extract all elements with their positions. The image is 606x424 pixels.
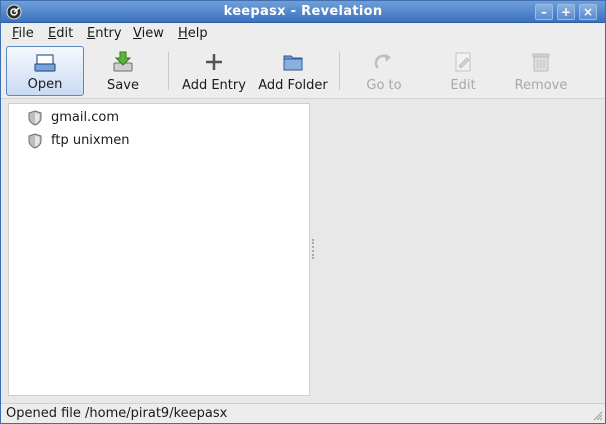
app-window: keepasx - Revelation – + × File Edit Ent… <box>0 0 606 424</box>
toolbar-separator <box>339 52 340 90</box>
minimize-icon: – <box>541 5 547 19</box>
entry-tree[interactable]: gmail.com ftp unixmen <box>8 103 310 396</box>
trash-icon <box>532 53 550 72</box>
open-label: Open <box>27 77 63 92</box>
main-pane: gmail.com ftp unixmen <box>1 99 605 403</box>
minimize-button[interactable]: – <box>535 4 553 20</box>
goto-button[interactable]: Go to <box>351 46 417 96</box>
menu-help-label: elp <box>187 26 208 41</box>
close-icon: × <box>582 5 594 19</box>
menu-help-mnemonic: H <box>178 26 188 41</box>
maximize-button[interactable]: + <box>557 4 575 20</box>
menu-view-label: iew <box>141 26 164 41</box>
toolbar: Open Save Add Entry Add Folder Go to Edi… <box>1 44 605 99</box>
menu-entry-label: ntry <box>95 26 122 41</box>
save-icon <box>113 51 133 72</box>
entry-label: ftp unixmen <box>51 133 130 148</box>
menu-file-label: ile <box>18 26 34 41</box>
maximize-icon: + <box>560 5 572 19</box>
pane-resize-handle[interactable] <box>312 239 314 259</box>
add-entry-label: Add Entry <box>182 78 246 93</box>
status-bar: Opened file /home/pirat9/keepasx <box>1 403 605 423</box>
resize-grip-icon[interactable] <box>591 409 603 421</box>
redo-arrow-icon <box>374 54 391 69</box>
add-folder-label: Add Folder <box>258 78 328 93</box>
menu-entry-mnemonic: E <box>87 26 96 41</box>
edit-label: Edit <box>450 78 476 93</box>
add-folder-button[interactable]: Add Folder <box>255 46 331 96</box>
shield-icon <box>28 133 42 149</box>
open-icon <box>34 54 56 72</box>
folder-icon <box>283 55 303 71</box>
save-button[interactable]: Save <box>87 46 159 96</box>
toolbar-separator <box>168 52 169 90</box>
edit-button[interactable]: Edit <box>431 46 495 96</box>
add-entry-button[interactable]: Add Entry <box>179 46 249 96</box>
goto-label: Go to <box>366 78 402 93</box>
save-label: Save <box>107 78 139 93</box>
title-bar[interactable]: keepasx - Revelation – + × <box>1 1 605 23</box>
edit-icon <box>455 52 471 72</box>
shield-icon <box>28 110 42 126</box>
menu-view[interactable]: View <box>133 26 164 41</box>
close-button[interactable]: × <box>579 4 597 20</box>
remove-button[interactable]: Remove <box>507 46 575 96</box>
remove-label: Remove <box>514 78 568 93</box>
open-button[interactable]: Open <box>6 46 84 96</box>
menu-edit[interactable]: Edit <box>48 26 73 41</box>
menu-edit-mnemonic: E <box>48 26 57 41</box>
menu-edit-label: dit <box>56 26 74 41</box>
menu-file[interactable]: File <box>12 26 34 41</box>
entry-label: gmail.com <box>51 110 120 125</box>
menu-bar: File Edit Entry View Help <box>1 23 605 44</box>
entry-detail-pane <box>315 103 599 396</box>
menu-entry[interactable]: Entry <box>87 26 122 41</box>
status-text: Opened file /home/pirat9/keepasx <box>6 406 228 421</box>
window-title: keepasx - Revelation <box>223 4 383 19</box>
plus-icon <box>206 54 222 70</box>
menu-view-mnemonic: V <box>133 26 142 41</box>
menu-help[interactable]: Help <box>178 26 208 41</box>
